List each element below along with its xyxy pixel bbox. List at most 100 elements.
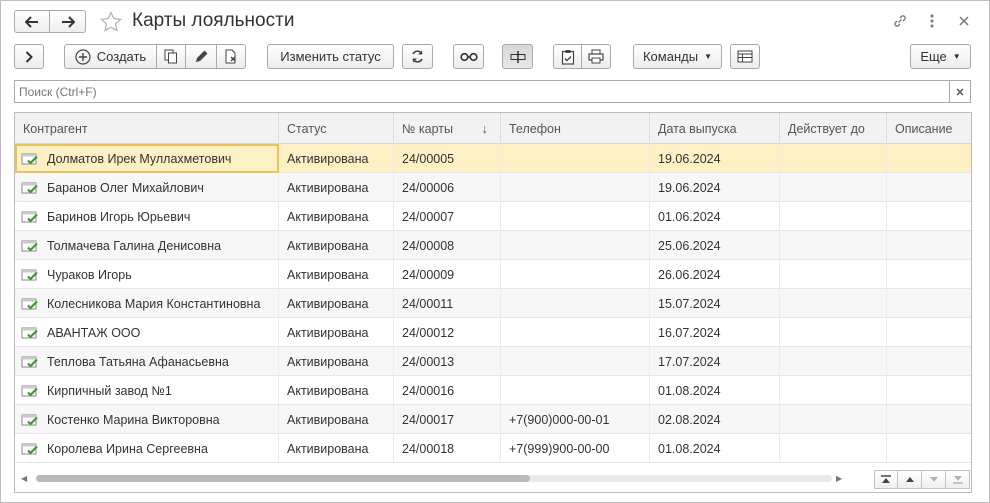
cell-status[interactable]: Активирована — [279, 202, 394, 231]
cell-description[interactable] — [887, 405, 971, 434]
view-button[interactable] — [453, 44, 484, 69]
cell-counterparty[interactable]: Колесникова Мария Константиновна — [15, 289, 279, 318]
cell-valid-to[interactable] — [780, 144, 887, 173]
cell-phone[interactable] — [501, 231, 650, 260]
cell-phone[interactable] — [501, 202, 650, 231]
link-icon[interactable] — [891, 12, 909, 30]
table-row[interactable]: Толмачева Галина Денисовна Активирована 24… — [15, 231, 971, 260]
cell-issue-date[interactable]: 19.06.2024 — [650, 173, 780, 202]
cell-description[interactable] — [887, 289, 971, 318]
go-to-first-button[interactable] — [874, 470, 898, 489]
print-button[interactable] — [582, 44, 611, 69]
forward-button[interactable] — [50, 10, 86, 33]
cell-phone[interactable] — [501, 289, 650, 318]
cell-phone[interactable] — [501, 144, 650, 173]
cell-counterparty[interactable]: Чураков Игорь — [15, 260, 279, 289]
cell-status[interactable]: Активирована — [279, 347, 394, 376]
cell-counterparty[interactable]: Королева Ирина Сергеевна — [15, 434, 279, 463]
page-down-button[interactable] — [922, 470, 946, 489]
table-row[interactable]: Королева Ирина Сергеевна Активирована 24/0… — [15, 434, 971, 463]
cell-valid-to[interactable] — [780, 289, 887, 318]
column-header-description[interactable]: Описание — [887, 113, 971, 144]
column-header-status[interactable]: Статус — [279, 113, 394, 144]
more-vertical-icon[interactable] — [923, 12, 941, 30]
cell-description[interactable] — [887, 376, 971, 405]
cell-phone[interactable]: +7(999)900-00-00 — [501, 434, 650, 463]
cell-issue-date[interactable]: 15.07.2024 — [650, 289, 780, 318]
cell-card-number[interactable]: 24/00008 — [394, 231, 501, 260]
cell-valid-to[interactable] — [780, 231, 887, 260]
cell-phone[interactable] — [501, 376, 650, 405]
expand-panel-button[interactable] — [14, 44, 44, 69]
commands-menu-button[interactable]: Команды ▼ — [633, 44, 722, 69]
cell-description[interactable] — [887, 231, 971, 260]
cell-issue-date[interactable]: 25.06.2024 — [650, 231, 780, 260]
close-icon[interactable] — [955, 12, 973, 30]
cell-status[interactable]: Активирована — [279, 405, 394, 434]
cell-valid-to[interactable] — [780, 318, 887, 347]
cell-description[interactable] — [887, 318, 971, 347]
column-header-card-number[interactable]: № карты ↓ — [394, 113, 501, 144]
cell-valid-to[interactable] — [780, 434, 887, 463]
cell-counterparty[interactable]: Толмачева Галина Денисовна — [15, 231, 279, 260]
cell-issue-date[interactable]: 02.08.2024 — [650, 405, 780, 434]
create-button[interactable]: Создать — [64, 44, 157, 69]
cell-phone[interactable] — [501, 260, 650, 289]
table-row[interactable]: Костенко Марина Викторовна Активирована 24… — [15, 405, 971, 434]
cell-status[interactable]: Активирована — [279, 231, 394, 260]
more-menu-button[interactable]: Еще ▼ — [910, 44, 971, 69]
scroll-right-icon[interactable]: ▶ — [836, 474, 842, 483]
cell-counterparty[interactable]: Теплова Татьяна Афанасьевна — [15, 347, 279, 376]
table-row[interactable]: Баринов Игорь Юрьевич Активирована 24/0000… — [15, 202, 971, 231]
cell-card-number[interactable]: 24/00011 — [394, 289, 501, 318]
mark-delete-button[interactable] — [217, 44, 246, 69]
cell-card-number[interactable]: 24/00013 — [394, 347, 501, 376]
table-row[interactable]: Долматов Ирек Муллахметович Активирована 2… — [15, 144, 971, 173]
cell-description[interactable] — [887, 347, 971, 376]
cell-issue-date[interactable]: 01.08.2024 — [650, 376, 780, 405]
cell-valid-to[interactable] — [780, 405, 887, 434]
column-header-counterparty[interactable]: Контрагент — [15, 113, 279, 144]
cell-description[interactable] — [887, 173, 971, 202]
cell-card-number[interactable]: 24/00012 — [394, 318, 501, 347]
cell-issue-date[interactable]: 01.06.2024 — [650, 202, 780, 231]
cell-card-number[interactable]: 24/00017 — [394, 405, 501, 434]
cell-counterparty[interactable]: Баранов Олег Михайлович — [15, 173, 279, 202]
cell-card-number[interactable]: 24/00005 — [394, 144, 501, 173]
page-up-button[interactable] — [898, 470, 922, 489]
cell-counterparty[interactable]: Баринов Игорь Юрьевич — [15, 202, 279, 231]
cell-valid-to[interactable] — [780, 202, 887, 231]
report-button[interactable] — [553, 44, 582, 69]
table-settings-button[interactable] — [730, 44, 760, 69]
back-button[interactable] — [14, 10, 50, 33]
go-to-last-button[interactable] — [946, 470, 970, 489]
copy-button[interactable] — [157, 44, 186, 69]
column-header-phone[interactable]: Телефон — [501, 113, 650, 144]
cell-issue-date[interactable]: 01.08.2024 — [650, 434, 780, 463]
cell-status[interactable]: Активирована — [279, 318, 394, 347]
search-input[interactable] — [14, 80, 949, 103]
table-row[interactable]: Колесникова Мария Константиновна Активиро… — [15, 289, 971, 318]
cell-status[interactable]: Активирована — [279, 260, 394, 289]
cell-status[interactable]: Активирована — [279, 144, 394, 173]
cell-card-number[interactable]: 24/00018 — [394, 434, 501, 463]
cell-description[interactable] — [887, 202, 971, 231]
cell-description[interactable] — [887, 434, 971, 463]
table-row[interactable]: Теплова Татьяна Афанасьевна Активирована 2… — [15, 347, 971, 376]
cell-card-number[interactable]: 24/00006 — [394, 173, 501, 202]
favorite-star-icon[interactable] — [99, 10, 123, 34]
cell-status[interactable]: Активирована — [279, 173, 394, 202]
cell-card-number[interactable]: 24/00016 — [394, 376, 501, 405]
cell-phone[interactable] — [501, 347, 650, 376]
cell-description[interactable] — [887, 144, 971, 173]
cell-valid-to[interactable] — [780, 260, 887, 289]
cell-counterparty[interactable]: Костенко Марина Викторовна — [15, 405, 279, 434]
cell-issue-date[interactable]: 26.06.2024 — [650, 260, 780, 289]
cell-status[interactable]: Активирована — [279, 376, 394, 405]
scrollbar-thumb[interactable] — [36, 475, 530, 482]
cell-phone[interactable] — [501, 173, 650, 202]
cell-issue-date[interactable]: 17.07.2024 — [650, 347, 780, 376]
cell-card-number[interactable]: 24/00007 — [394, 202, 501, 231]
refresh-button[interactable] — [402, 44, 433, 69]
cell-counterparty[interactable]: Долматов Ирек Муллахметович — [15, 144, 279, 173]
